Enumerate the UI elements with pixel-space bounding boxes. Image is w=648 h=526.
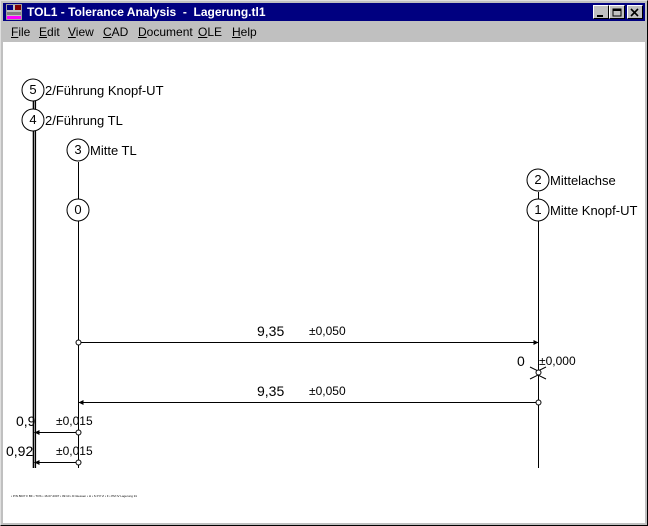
close-button[interactable] (627, 5, 643, 19)
drawing-canvas[interactable]: 5 4 3 0 2 1 2/Führung Knopf-UT 2/Führung… (3, 42, 645, 523)
title-bar[interactable]: TOL1 - Tolerance Analysis - Lagerung.tl1 (3, 3, 645, 21)
node-number-4: 4 (29, 112, 37, 127)
menu-view[interactable]: View (68, 25, 94, 39)
node-number-1: 1 (534, 202, 542, 217)
menu-cad[interactable]: CAD (103, 25, 128, 39)
maximize-icon (612, 8, 622, 17)
close-icon (630, 8, 639, 17)
node-label-2: Mittelachse (550, 173, 616, 188)
dimension-value-4: 0,9 (16, 413, 36, 429)
dimension-point (75, 429, 82, 436)
drawing-footer: • P/N 8037 F BF • TOS • 16.07.2007 • 09:… (11, 494, 137, 498)
menu-bar: File Edit View CAD Document OLE Help (3, 22, 645, 42)
menu-ole[interactable]: OLE (198, 25, 222, 39)
node-label-4: 2/Führung TL (45, 113, 123, 128)
dimension-point (75, 459, 82, 466)
app-window: TOL1 - Tolerance Analysis - Lagerung.tl1… (0, 0, 648, 526)
node-number-0: 0 (74, 202, 82, 217)
maximize-button[interactable] (609, 5, 625, 19)
dimension-value-3: 9,35 (257, 383, 285, 399)
dimension-value-1: 9,35 (257, 323, 285, 339)
app-icon[interactable] (5, 3, 23, 21)
menu-edit[interactable]: Edit (39, 25, 60, 39)
dimension-tolerance-2: ±0,000 (539, 354, 576, 368)
menu-file[interactable]: File (11, 25, 30, 39)
minimize-icon (597, 15, 603, 17)
node-label-1: Mitte Knopf-UT (550, 203, 638, 218)
node-number-2: 2 (534, 172, 542, 187)
dimension-tolerance-5: ±0,015 (56, 444, 93, 458)
minimize-button[interactable] (593, 5, 609, 19)
node-number-3: 3 (74, 142, 82, 157)
menu-document[interactable]: Document (138, 25, 193, 39)
window-title: TOL1 - Tolerance Analysis - Lagerung.tl1 (27, 5, 266, 19)
node-number-5: 5 (29, 82, 37, 97)
dimension-tolerance-1: ±0,050 (309, 324, 346, 338)
dimension-point (75, 339, 82, 346)
dimension-point (535, 369, 542, 376)
dimension-value-5: 0,92 (6, 443, 34, 459)
dimension-tolerance-4: ±0,015 (56, 414, 93, 428)
menu-help[interactable]: Help (232, 25, 257, 39)
node-label-3: Mitte TL (90, 143, 137, 158)
dimension-tolerance-3: ±0,050 (309, 384, 346, 398)
dimension-point (535, 399, 542, 406)
node-label-5: 2/Führung Knopf-UT (45, 83, 164, 98)
dimension-value-2: 0 (517, 353, 525, 369)
